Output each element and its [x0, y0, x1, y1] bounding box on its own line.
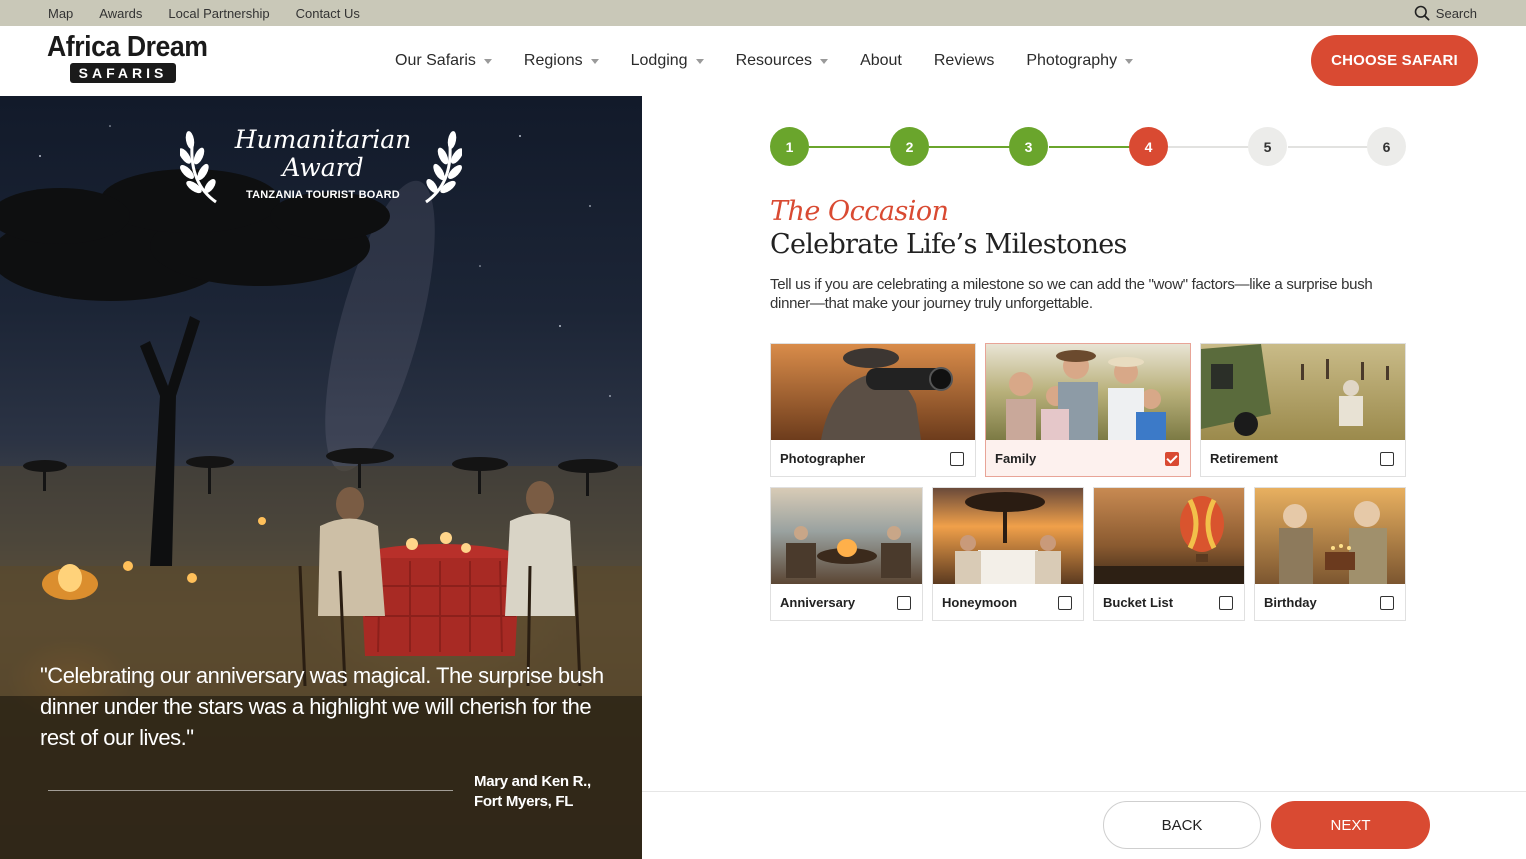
step-eyebrow: The Occasion [770, 196, 949, 227]
stepper-connector [1049, 146, 1130, 148]
testimonial-attribution: Mary and Ken R., Fort Myers, FL [474, 772, 591, 812]
occasion-card-bucket-list[interactable]: Bucket List [1093, 487, 1245, 621]
occasion-card-family[interactable]: Family [985, 343, 1191, 477]
attribution-place: Fort Myers, FL [474, 793, 574, 810]
occasion-checkbox-retirement[interactable] [1380, 452, 1394, 466]
logo-wordmark: Africa Dream [47, 31, 208, 63]
occasion-checkbox-honeymoon[interactable] [1058, 596, 1072, 610]
step-2[interactable]: 2 [890, 127, 929, 166]
occasion-label: Family [995, 451, 1037, 466]
occasion-image-birthday [1255, 488, 1405, 584]
occasion-image-anniversary [771, 488, 922, 584]
laurel-right-icon [425, 131, 462, 204]
occasion-card-honeymoon[interactable]: Honeymoon [932, 487, 1084, 621]
utility-link-local-partnership[interactable]: Local Partnership [168, 6, 269, 21]
stepper-connector [809, 146, 890, 148]
nav-label: Lodging [630, 52, 688, 69]
actions-divider [642, 791, 1526, 792]
testimonial-quote: "Celebrating our anniversary was magical… [40, 663, 604, 750]
occasion-card-birthday[interactable]: Birthday [1254, 487, 1406, 621]
utility-bar: Map Awards Local Partnership Contact Us … [0, 0, 1526, 26]
nav-label: Photography [1026, 52, 1118, 69]
search-button[interactable]: Search [1414, 0, 1477, 26]
occasion-image-honeymoon [933, 488, 1083, 584]
occasion-image-bucket-list [1094, 488, 1244, 584]
chevron-down-icon [483, 59, 492, 64]
main-nav: Our Safaris Regions Lodging Resources Ab… [395, 26, 1165, 96]
next-button[interactable]: NEXT [1271, 801, 1430, 849]
search-label: Search [1435, 5, 1477, 21]
occasion-checkbox-birthday[interactable] [1380, 596, 1394, 610]
occasion-label: Bucket List [1103, 595, 1174, 610]
progress-stepper: 1 2 3 4 5 6 [770, 127, 1406, 167]
occasion-label: Anniversary [780, 595, 856, 610]
step-1[interactable]: 1 [770, 127, 809, 166]
chevron-down-icon [590, 59, 599, 64]
search-icon [1414, 5, 1430, 21]
occasion-checkbox-anniversary[interactable] [897, 596, 911, 610]
utility-link-map[interactable]: Map [48, 6, 73, 21]
nav-item-reviews[interactable]: Reviews [934, 52, 994, 70]
chevron-down-icon [1125, 59, 1134, 64]
nav-label: Reviews [933, 52, 995, 69]
nav-item-resources[interactable]: Resources [735, 52, 829, 70]
site-logo[interactable]: Africa Dream SAFARIS [47, 31, 208, 83]
occasion-checkbox-photographer[interactable] [950, 452, 964, 466]
step-6: 6 [1367, 127, 1406, 166]
stepper-connector [929, 146, 1010, 148]
site-header: Africa Dream SAFARIS Our Safaris Regions… [0, 26, 1526, 96]
logo-badge: SAFARIS [70, 63, 176, 83]
utility-link-contact-us[interactable]: Contact Us [296, 6, 360, 21]
occasion-checkbox-family[interactable] [1165, 452, 1179, 466]
utility-links: Map Awards Local Partnership Contact Us [48, 0, 360, 26]
nav-item-our-safaris[interactable]: Our Safaris [395, 52, 492, 70]
occasion-image-photographer [771, 344, 975, 440]
occasion-checkbox-bucket-list[interactable] [1219, 596, 1233, 610]
nav-label: Regions [523, 52, 583, 69]
occasion-card-photographer[interactable]: Photographer [770, 343, 976, 477]
nav-item-regions[interactable]: Regions [524, 52, 599, 70]
nav-label: Our Safaris [395, 52, 476, 69]
choose-safari-button[interactable]: CHOOSE SAFARI [1311, 35, 1478, 86]
step-headline: Celebrate Life’s Milestones [770, 229, 1127, 260]
occasion-label: Honeymoon [942, 595, 1018, 610]
occasion-image-family [986, 344, 1190, 440]
stepper-connector [1168, 146, 1249, 148]
occasion-label: Birthday [1264, 595, 1317, 610]
attribution-name: Mary and Ken R., [474, 773, 591, 790]
step-4[interactable]: 4 [1129, 127, 1168, 166]
occasion-label: Retirement [1210, 451, 1278, 466]
back-button[interactable]: BACK [1103, 801, 1261, 849]
step-description: Tell us if you are celebrating a milesto… [770, 276, 1373, 312]
stepper-connector [1288, 146, 1369, 148]
nav-label: Resources [735, 52, 813, 69]
occasion-card-anniversary[interactable]: Anniversary [770, 487, 923, 621]
occasion-card-retirement[interactable]: Retirement [1200, 343, 1406, 477]
testimonial-divider [48, 790, 453, 791]
occasion-label: Photographer [780, 451, 866, 466]
occasion-image-retirement [1201, 344, 1405, 440]
humanitarian-award-badge: Humanitarian Award TANZANIA TOURIST BOAR… [178, 124, 468, 208]
step-3[interactable]: 3 [1009, 127, 1048, 166]
utility-link-awards[interactable]: Awards [99, 6, 142, 21]
nav-label: About [860, 52, 902, 69]
nav-item-lodging[interactable]: Lodging [631, 52, 704, 70]
chevron-down-icon [820, 59, 829, 64]
hero-image: Humanitarian Award TANZANIA TOURIST BOAR… [0, 96, 642, 859]
nav-item-about[interactable]: About [860, 52, 902, 70]
chevron-down-icon [695, 59, 704, 64]
step-5: 5 [1248, 127, 1287, 166]
nav-item-photography[interactable]: Photography [1026, 52, 1134, 70]
